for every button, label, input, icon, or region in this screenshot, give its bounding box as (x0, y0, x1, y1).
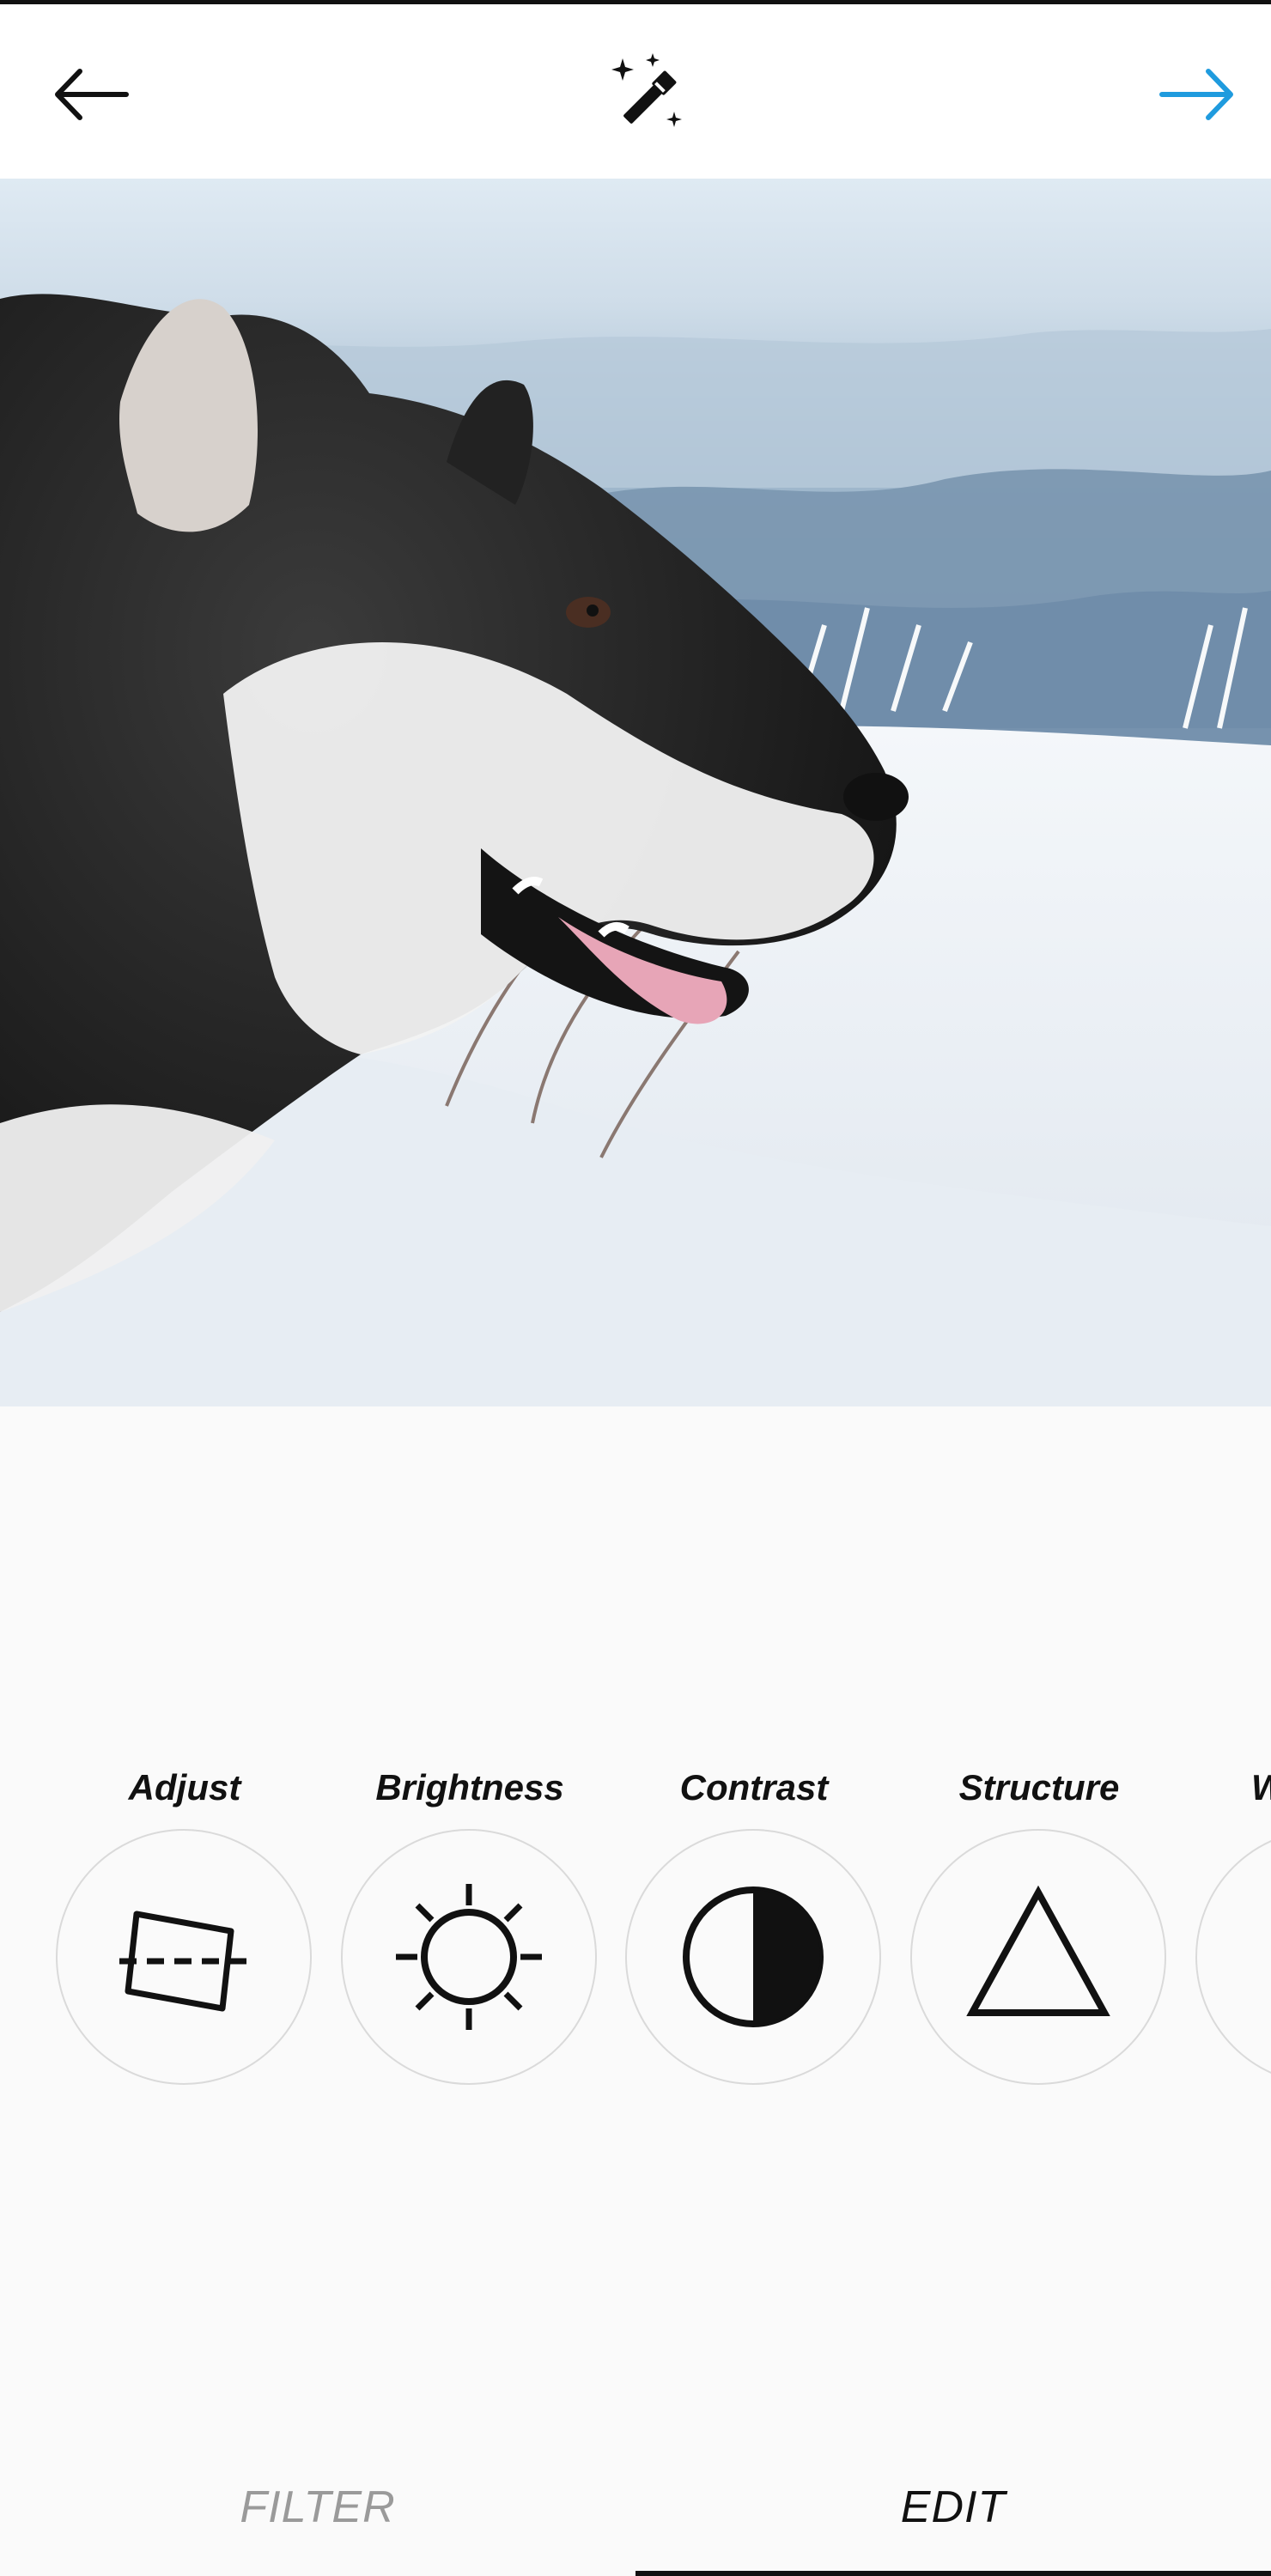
tab-filter[interactable]: FILTER (0, 2439, 636, 2576)
tool-structure[interactable]: Structure (906, 1752, 1172, 2095)
tool-circle-adjust[interactable] (56, 1829, 312, 2085)
active-tab-underline (636, 2571, 1271, 2576)
back-button[interactable] (34, 43, 146, 146)
arrow-right-icon (1159, 69, 1233, 120)
contrast-icon (683, 1886, 824, 2027)
tool-circle-partial[interactable] (1195, 1829, 1271, 2085)
next-button[interactable] (1142, 43, 1254, 146)
tool-circle-contrast[interactable] (625, 1829, 881, 2085)
tab-edit[interactable]: EDIT (636, 2439, 1271, 2576)
tool-adjust[interactable]: Adjust (52, 1752, 318, 2095)
tool-label-contrast: Contrast (679, 1767, 829, 1807)
sun-icon (396, 1884, 542, 2030)
arrow-left-icon (55, 69, 129, 120)
tool-label-structure: Structure (958, 1767, 1120, 1807)
bottom-tabs: FILTER EDIT (0, 2439, 1271, 2576)
photo-illustration (0, 294, 1271, 1406)
tool-label-adjust: Adjust (128, 1767, 241, 1807)
dog-photo (0, 179, 1271, 1406)
edit-tools-row: Adjust Brightness Contrast Structure (0, 1752, 1271, 2095)
tool-circle-brightness[interactable] (341, 1829, 597, 2085)
top-bar (0, 0, 1271, 179)
tool-contrast[interactable]: Contrast (621, 1752, 887, 2095)
triangle-icon (966, 1885, 1110, 2016)
tool-label-partial: W (1191, 1767, 1271, 1808)
adjust-icon (119, 1911, 248, 2012)
tool-circle-structure[interactable] (910, 1829, 1166, 2085)
tool-brightness[interactable]: Brightness (337, 1752, 603, 2095)
magic-wand-icon (611, 53, 682, 127)
tool-label-brightness: Brightness (375, 1767, 564, 1807)
magic-wand-button[interactable] (593, 39, 704, 150)
tool-partial[interactable]: W (1191, 1752, 1271, 2095)
